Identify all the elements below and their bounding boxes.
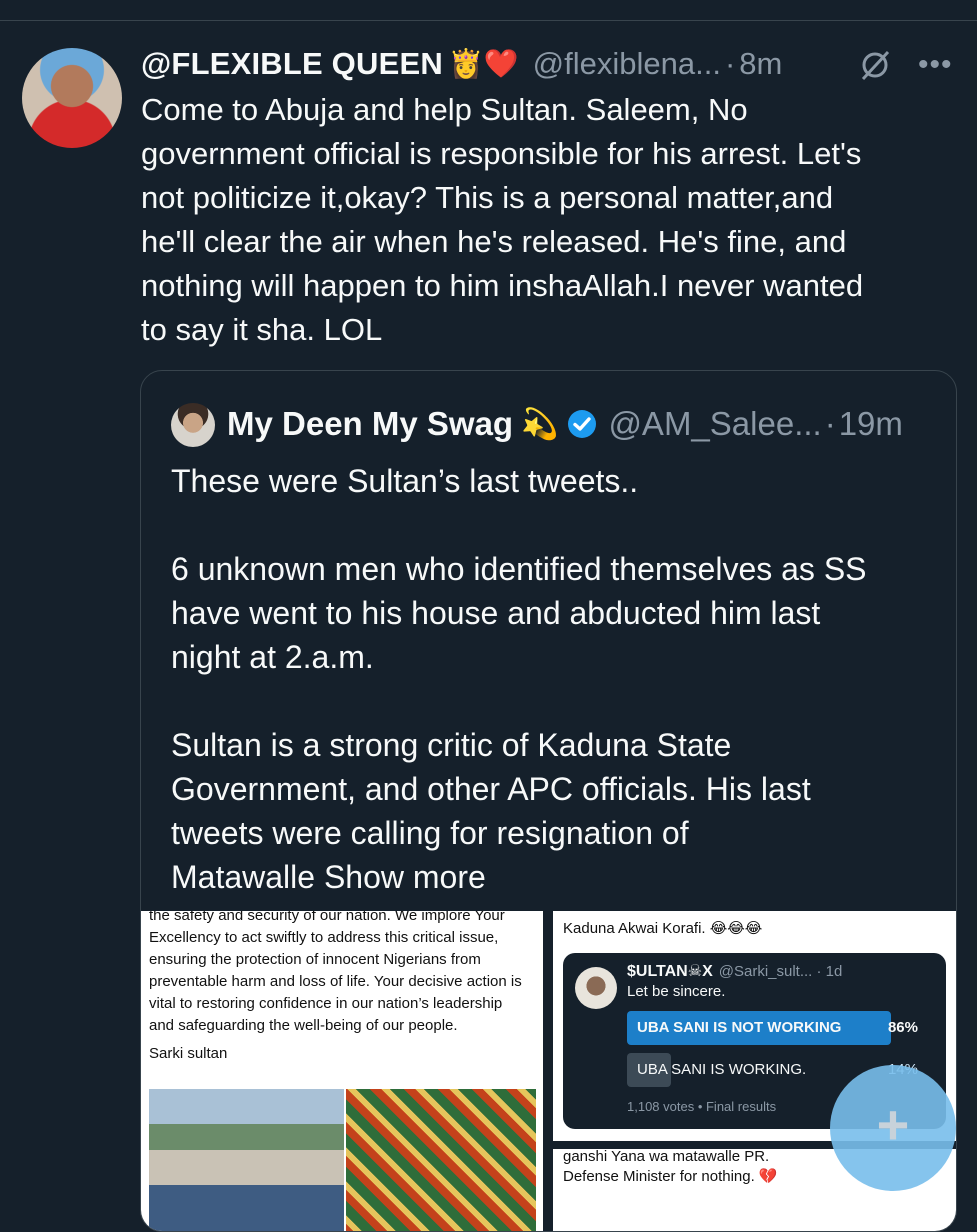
author-name-emoji: 👸❤️ bbox=[448, 48, 519, 79]
more-options-icon[interactable]: ••• bbox=[918, 50, 953, 80]
poll-percent-1: 86% bbox=[887, 1019, 918, 1036]
poll-image-caption: Kaduna Akwai Korafi. 😂😂😂 bbox=[563, 920, 763, 937]
verified-badge-icon bbox=[568, 410, 597, 438]
tweet-header: @FLEXIBLE QUEEN 👸❤️ @flexiblena... · 8m bbox=[141, 42, 957, 86]
quoted-author-name[interactable]: My Deen My Swag bbox=[227, 405, 513, 443]
show-more-link[interactable]: Show more bbox=[324, 859, 486, 895]
plus-icon: + bbox=[876, 1093, 910, 1156]
poll-question: Let be sincere. bbox=[627, 983, 726, 1000]
quoted-tweet-text: These were Sultan’s last tweets.. 6 unkn… bbox=[171, 459, 941, 899]
dot-separator: · bbox=[824, 405, 836, 442]
quoted-tweet-time[interactable]: 19m bbox=[839, 405, 903, 443]
letter-text: the safety and security of our nation. W… bbox=[149, 911, 522, 1034]
fabric-photo bbox=[346, 1089, 536, 1231]
quoted-text-body: These were Sultan’s last tweets.. 6 unkn… bbox=[171, 463, 867, 895]
media-image-letter[interactable]: the safety and security of our nation. W… bbox=[141, 911, 543, 1231]
quoted-tweet-header: My Deen My Swag 💫 @AM_Salee... · 19m bbox=[227, 399, 946, 449]
top-divider bbox=[0, 20, 977, 21]
tweet-time[interactable]: 8m bbox=[739, 46, 782, 82]
compose-fab-button[interactable]: + bbox=[830, 1065, 956, 1191]
poll-author-name: $ULTAN☠X bbox=[627, 963, 713, 980]
dot-separator: · bbox=[724, 46, 736, 81]
tweet-text: Come to Abuja and help Sultan. Saleem, N… bbox=[141, 92, 864, 347]
poll-author-handle: @Sarki_sult... · 1d bbox=[718, 963, 843, 980]
quoted-name-emoji: 💫 bbox=[521, 407, 559, 441]
quoted-author-handle[interactable]: @AM_Salee... bbox=[608, 405, 821, 443]
quoted-author-avatar[interactable] bbox=[171, 403, 215, 447]
poll-author: $ULTAN☠X @Sarki_sult... · 1d bbox=[627, 961, 842, 981]
poll-votes: 1,108 votes • Final results bbox=[627, 1099, 777, 1114]
image-text: ganshi Yana wa matawalle PR. Defense Min… bbox=[563, 1149, 778, 1185]
poll-author-avatar bbox=[575, 967, 617, 1009]
letter-signature: Sarki sultan bbox=[149, 1045, 228, 1062]
author-display-name[interactable]: @FLEXIBLE QUEEN bbox=[141, 46, 443, 82]
poll-option-1: UBA SANI IS NOT WORKING bbox=[627, 1011, 891, 1045]
author-handle[interactable]: @flexiblena... bbox=[533, 46, 721, 82]
poll-option-2: UBA SANI IS WORKING. bbox=[637, 1061, 807, 1078]
crowd-photo bbox=[149, 1089, 344, 1231]
author-avatar[interactable] bbox=[22, 48, 122, 148]
grok-icon[interactable] bbox=[858, 48, 892, 82]
